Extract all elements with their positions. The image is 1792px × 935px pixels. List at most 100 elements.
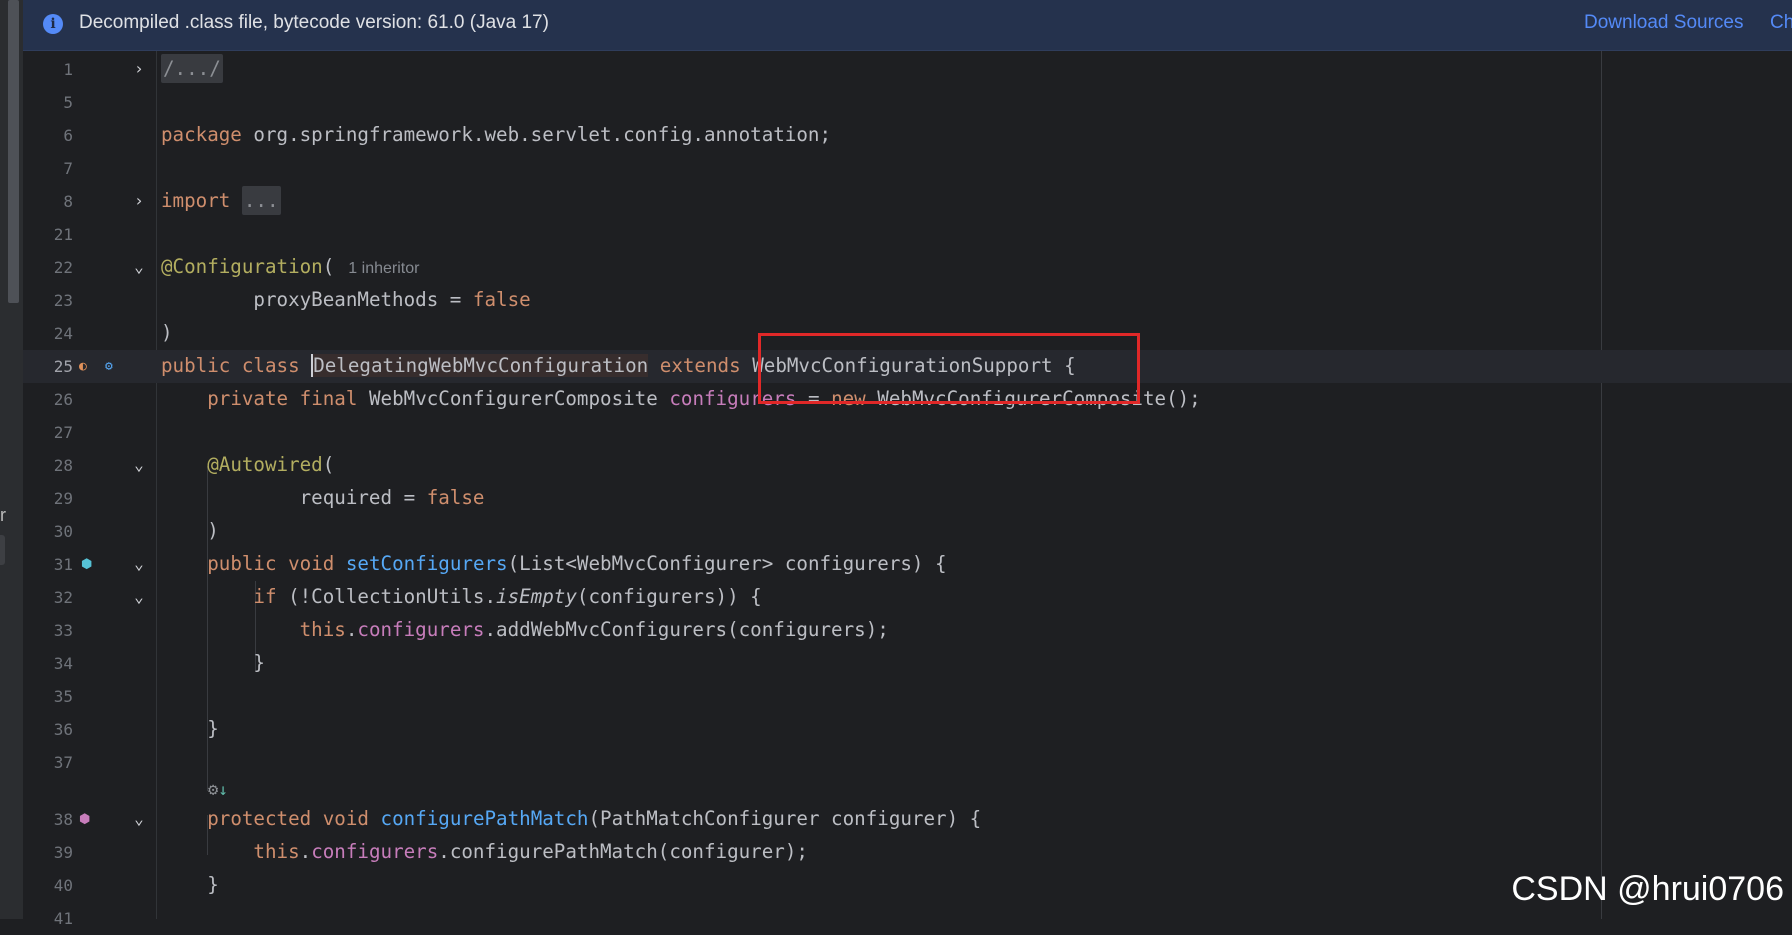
chevron-down-icon[interactable]: ⌄ (129, 808, 149, 830)
line-number: 26 (53, 390, 73, 409)
chevron-right-icon[interactable]: › (129, 58, 149, 80)
left-edge-label: r (0, 505, 6, 525)
code-line: 34 } (23, 647, 1792, 680)
brace: } (207, 873, 219, 896)
line-number: 35 (53, 687, 73, 706)
chevron-down-icon[interactable]: ⌄ (129, 553, 149, 575)
code-line: 24 ) (23, 317, 1792, 350)
banner-message: Decompiled .class file, bytecode version… (79, 12, 549, 33)
folded-imports[interactable]: ... (241, 186, 281, 215)
code-line: 23 proxyBeanMethods = false (23, 284, 1792, 317)
line-number: 5 (63, 93, 73, 112)
line-number: 6 (63, 126, 73, 145)
condition: (configurers)) { (576, 585, 762, 608)
type-name: WebMvcConfigurerComposite (368, 387, 658, 410)
line-number: 31 (53, 555, 73, 574)
keyword: false (426, 486, 485, 509)
condition: (!CollectionUtils. (276, 585, 497, 608)
keyword: void (288, 552, 335, 575)
line-number: 39 (53, 843, 73, 862)
method-name: configurePathMatch (380, 807, 589, 830)
annotation: @Autowired (207, 453, 323, 476)
line-number: 28 (53, 456, 73, 475)
keyword: private (207, 387, 289, 410)
arrow-down-icon: ↓ (218, 780, 228, 799)
subclass-marker-icon[interactable]: ◐ (79, 358, 87, 376)
chevron-down-icon[interactable]: ⌄ (129, 454, 149, 476)
keyword: extends (659, 354, 741, 377)
line-number: 37 (53, 753, 73, 772)
line-number: 21 (53, 225, 73, 244)
paren: ( (322, 255, 335, 278)
class-name[interactable]: DelegatingWebMvcConfiguration (311, 354, 649, 377)
line-number: 34 (53, 654, 73, 673)
code-line: 32 ⌄ if (!CollectionUtils.isEmpty(config… (23, 581, 1792, 614)
left-tool-strip: r (0, 0, 24, 919)
field-name: configurers (311, 840, 439, 863)
field-name: configurers (357, 618, 485, 641)
keyword: class (241, 354, 300, 377)
implementation-gear-icon[interactable]: ⚙ (105, 358, 113, 376)
code-line: 28 ⌄ @Autowired( (23, 449, 1792, 482)
line-number: 29 (53, 489, 73, 508)
bean-injection-icon[interactable]: ⬢ (81, 556, 92, 574)
paren: ) (207, 519, 219, 542)
attribute-name: required = (299, 486, 427, 509)
override-hint[interactable]: ⚙↓ (208, 777, 228, 803)
keyword: protected (207, 807, 312, 830)
keyword: public (161, 354, 231, 377)
decompiled-banner: i Decompiled .class file, bytecode versi… (23, 0, 1792, 51)
code-line: 37 (23, 746, 1792, 779)
keyword: new (831, 387, 866, 410)
line-number: 33 (53, 621, 73, 640)
code-line: 33 this.configurers.addWebMvcConfigurers… (23, 614, 1792, 647)
keyword: import (161, 189, 231, 212)
code-line: 36 } (23, 713, 1792, 746)
download-sources-link[interactable]: Download Sources (1584, 12, 1743, 34)
line-number: 7 (63, 159, 73, 178)
folded-header[interactable]: /.../ (161, 54, 223, 83)
line-number: 25 (53, 357, 73, 376)
dot: . (299, 840, 312, 863)
dot: . (345, 618, 358, 641)
code-line: 30 ) (23, 515, 1792, 548)
code-line: 38 ⬢ ⌄ protected void configurePathMatch… (23, 803, 1792, 836)
line-number: 36 (53, 720, 73, 739)
method-params: (PathMatchConfigurer configurer) { (588, 807, 982, 830)
method-call: .addWebMvcConfigurers(configurers); (484, 618, 889, 641)
line-number: 24 (53, 324, 73, 343)
superclass-name[interactable]: WebMvcConfigurationSupport { (752, 354, 1075, 377)
method-params: (List<WebMvcConfigurer> configurers) { (507, 552, 947, 575)
choose-sources-link[interactable]: Ch (1770, 12, 1792, 34)
paren: ( (322, 453, 335, 476)
chevron-down-icon[interactable]: ⌄ (129, 586, 149, 608)
chevron-down-icon[interactable]: ⌄ (129, 256, 149, 278)
line-number: 38 (53, 810, 73, 829)
keyword: package (161, 123, 242, 146)
method-name: setConfigurers (345, 552, 508, 575)
keyword: this (253, 840, 300, 863)
keyword: false (472, 288, 531, 311)
line-number: 23 (53, 291, 73, 310)
attribute-name: proxyBeanMethods = (253, 288, 473, 311)
code-line: 6 package org.springframework.web.servle… (23, 119, 1792, 152)
code-editor[interactable]: 1 › /.../ 5 6 package org.springframewor… (23, 51, 1792, 928)
code-line: 29 required = false (23, 482, 1792, 515)
tool-strip-scroll-thumb[interactable] (8, 0, 19, 303)
code-line: 27 (23, 416, 1792, 449)
code-line: 22 ⌄ @Configuration(1 inheritor (23, 251, 1792, 284)
paren: ) (161, 321, 173, 344)
code-line: 31 ⬢ ⌄ public void setConfigurers(List<W… (23, 548, 1792, 581)
override-method-icon[interactable]: ⬢ (79, 811, 90, 829)
operator: = (796, 387, 832, 410)
chevron-right-icon[interactable]: › (129, 190, 149, 212)
left-edge-tab[interactable] (0, 535, 5, 565)
annotation: @Configuration (161, 255, 323, 278)
method-call: .configurePathMatch(configurer); (438, 840, 808, 863)
code-line-current: 25 ◐ ⚙ public class DelegatingWebMvcConf… (23, 350, 1792, 383)
code-line: 39 this.configurers.configurePathMatch(c… (23, 836, 1792, 869)
csdn-watermark: CSDN @hrui0706 (1511, 870, 1784, 908)
brace: } (207, 717, 219, 740)
inheritor-hint[interactable]: 1 inheritor (348, 260, 419, 277)
field-name: configurers (669, 387, 797, 410)
